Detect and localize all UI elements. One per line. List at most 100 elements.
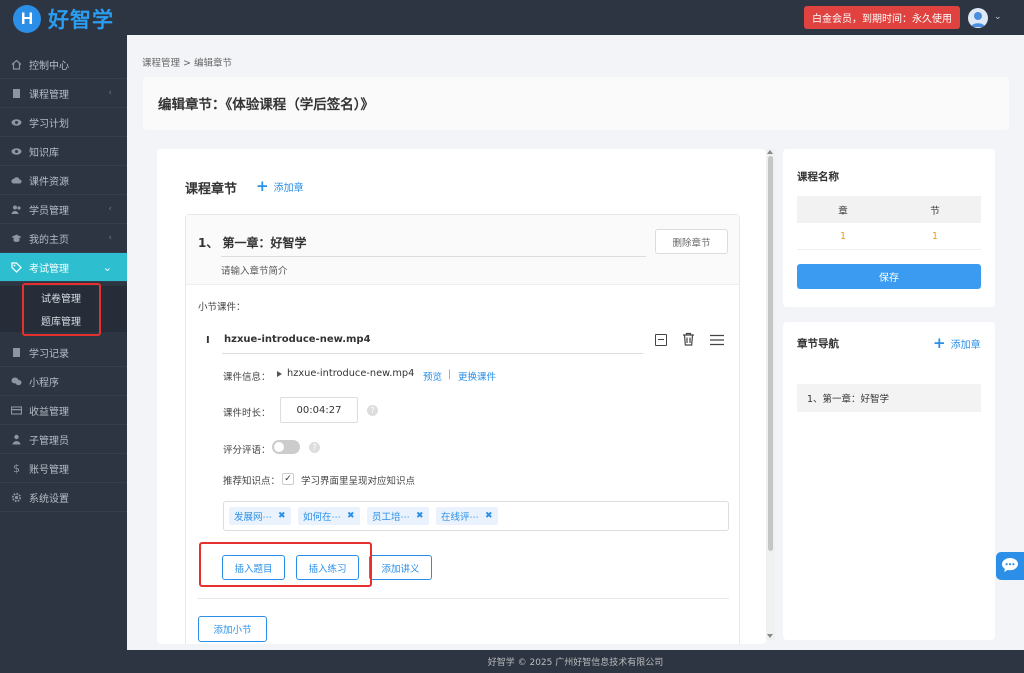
play-icon bbox=[277, 371, 282, 377]
knowledge-tag-input[interactable]: 发展网⋯ ✖ 如何在⋯ ✖ 员工培⋯ ✖ 在线评⋯ ✖ bbox=[223, 501, 729, 531]
sidebar-item-label: 知识库 bbox=[29, 147, 59, 159]
courseware-info-label: 课件信息： bbox=[223, 372, 271, 383]
knowledge-tag[interactable]: 在线评⋯ ✖ bbox=[436, 507, 498, 525]
replace-courseware-link[interactable]: 更换课件 bbox=[458, 369, 496, 383]
lesson-filename[interactable]: hzxue-introduce-new.mp4 bbox=[224, 334, 371, 345]
drag-handle-icon[interactable] bbox=[710, 334, 724, 349]
chevron-left-icon: ‹ bbox=[108, 88, 112, 98]
chat-icon bbox=[1001, 557, 1019, 576]
section-divider bbox=[198, 598, 729, 599]
scrollbar-thumb[interactable] bbox=[768, 156, 773, 551]
chapter-nav-item[interactable]: 1、第一章：好智学 bbox=[797, 384, 981, 412]
sidebar-item-label: 系统设置 bbox=[29, 493, 69, 505]
sidebar-item-label: 学习计划 bbox=[29, 118, 69, 130]
chapter-nav-panel: 章节导航 + 添加章 1、第一章：好智学 bbox=[783, 322, 995, 640]
scroll-down-icon[interactable] bbox=[767, 634, 773, 638]
nav-add-chapter-label: 添加章 bbox=[950, 339, 981, 351]
collapse-icon[interactable] bbox=[655, 334, 667, 346]
sidebar-item-course-management[interactable]: 课程管理 ‹ bbox=[0, 79, 127, 108]
add-chapter-label: 添加章 bbox=[273, 182, 304, 194]
add-handout-button[interactable]: 添加讲义 bbox=[369, 555, 432, 580]
sidebar-item-my-homepage[interactable]: 我的主页 ‹ bbox=[0, 224, 127, 253]
preview-link[interactable]: 预览 bbox=[423, 369, 442, 383]
sidebar-item-label: 考试管理 bbox=[29, 263, 69, 275]
knowledge-tag[interactable]: 员工培⋯ ✖ bbox=[367, 507, 429, 525]
highlight-box-insert-buttons bbox=[199, 542, 372, 587]
chevron-left-icon: ‹ bbox=[108, 233, 112, 243]
nav-add-chapter-link[interactable]: + 添加章 bbox=[933, 334, 981, 352]
chapter-intro-input[interactable]: 请输入章节简介 bbox=[221, 263, 288, 277]
save-button[interactable]: 保存 bbox=[797, 264, 981, 289]
logo[interactable]: H 好智学 bbox=[13, 4, 114, 34]
close-icon[interactable]: ✖ bbox=[416, 511, 424, 521]
plus-icon: + bbox=[933, 334, 946, 352]
chapter-title-underline bbox=[221, 256, 646, 257]
membership-badge[interactable]: 白金会员，到期时间：永久使用 bbox=[804, 6, 960, 29]
book-icon bbox=[11, 88, 22, 99]
lesson-title-underline bbox=[222, 353, 643, 354]
page-title: 编辑章节：《体验课程（学后签名）》 bbox=[158, 97, 374, 113]
knowledge-tag[interactable]: 发展网⋯ ✖ bbox=[229, 507, 291, 525]
sidebar-item-courseware[interactable]: 课件资源 bbox=[0, 166, 127, 195]
eye-icon bbox=[11, 117, 22, 128]
close-icon[interactable]: ✖ bbox=[485, 511, 493, 521]
tag-label: 发展网⋯ bbox=[234, 512, 273, 523]
add-section-button[interactable]: 添加小节 bbox=[198, 616, 267, 642]
header-section: 节 bbox=[930, 205, 940, 217]
sidebar-item-settings[interactable]: 系统设置 bbox=[0, 483, 127, 512]
help-icon[interactable]: ? bbox=[309, 442, 320, 453]
scrollbar[interactable] bbox=[766, 149, 775, 640]
sidebar-item-label: 收益管理 bbox=[29, 406, 69, 418]
tag-label: 在线评⋯ bbox=[441, 512, 480, 523]
recommend-checkbox-label: 学习界面里呈现对应知识点 bbox=[301, 476, 416, 487]
sidebar-item-mini-program[interactable]: 小程序 bbox=[0, 367, 127, 396]
close-icon[interactable]: ✖ bbox=[347, 511, 355, 521]
delete-chapter-button[interactable]: 删除章节 bbox=[655, 229, 728, 254]
header-chapter: 章 bbox=[838, 205, 848, 217]
section-count: 1 bbox=[931, 230, 939, 242]
book-icon bbox=[11, 347, 22, 358]
user-menu-chevron-icon[interactable]: ⌄ bbox=[994, 12, 1002, 22]
sidebar-item-label: 我的主页 bbox=[29, 234, 69, 246]
top-bar: H 好智学 白金会员，到期时间：永久使用 ⌄ bbox=[0, 0, 1024, 35]
courseware-file: hzxue-introduce-new.mp4 bbox=[287, 368, 415, 379]
footer: 好智学 © 2025 广州好智信息技术有限公司 bbox=[127, 650, 1024, 673]
sidebar-item-dashboard[interactable]: 控制中心 bbox=[0, 50, 127, 79]
eye-icon bbox=[11, 146, 22, 157]
sidebar-item-label: 控制中心 bbox=[29, 60, 69, 72]
graduation-cap-icon bbox=[11, 233, 22, 244]
rating-toggle[interactable] bbox=[272, 440, 300, 454]
sidebar-item-label: 学员管理 bbox=[29, 205, 69, 217]
cloud-icon bbox=[11, 175, 22, 186]
course-summary-title: 课程名称 bbox=[797, 171, 839, 183]
tag-label: 如何在⋯ bbox=[303, 512, 342, 523]
scroll-up-icon[interactable] bbox=[767, 150, 773, 154]
avatar[interactable] bbox=[968, 8, 988, 28]
chapter-nav-title: 章节导航 bbox=[797, 338, 839, 350]
trash-icon[interactable] bbox=[682, 332, 695, 349]
logo-mark: H bbox=[13, 5, 41, 33]
sidebar-item-label: 课程管理 bbox=[29, 89, 69, 101]
sidebar-item-account[interactable]: $ 账号管理 bbox=[0, 454, 127, 483]
sidebar-item-knowledge-base[interactable]: 知识库 bbox=[0, 137, 127, 166]
sidebar-item-label: 课件资源 bbox=[29, 176, 69, 188]
lesson-marker: I bbox=[206, 335, 210, 346]
close-icon[interactable]: ✖ bbox=[278, 511, 286, 521]
chat-button[interactable] bbox=[996, 552, 1024, 580]
add-chapter-link[interactable]: + 添加章 bbox=[256, 177, 304, 195]
sidebar-item-study-plan[interactable]: 学习计划 bbox=[0, 108, 127, 137]
chevron-left-icon: ‹ bbox=[108, 204, 112, 214]
recommend-checkbox[interactable]: ✓ bbox=[282, 473, 294, 485]
chapter-title[interactable]: 1、 第一章：好智学 bbox=[198, 234, 307, 251]
sidebar-item-study-records[interactable]: 学习记录 bbox=[0, 338, 127, 367]
sidebar-item-students[interactable]: 学员管理 ‹ bbox=[0, 195, 127, 224]
help-icon[interactable]: ? bbox=[367, 405, 378, 416]
rating-label: 评分评语： bbox=[223, 445, 271, 456]
sidebar-item-label: 账号管理 bbox=[29, 464, 69, 476]
section-courseware-label: 小节课件： bbox=[198, 302, 246, 313]
duration-input[interactable]: 00:04:27 bbox=[280, 397, 358, 423]
sidebar-item-exam-management[interactable]: 考试管理 ⌄ bbox=[0, 253, 127, 282]
sidebar-item-sub-admins[interactable]: 子管理员 bbox=[0, 425, 127, 454]
knowledge-tag[interactable]: 如何在⋯ ✖ bbox=[298, 507, 360, 525]
sidebar-item-revenue[interactable]: 收益管理 bbox=[0, 396, 127, 425]
